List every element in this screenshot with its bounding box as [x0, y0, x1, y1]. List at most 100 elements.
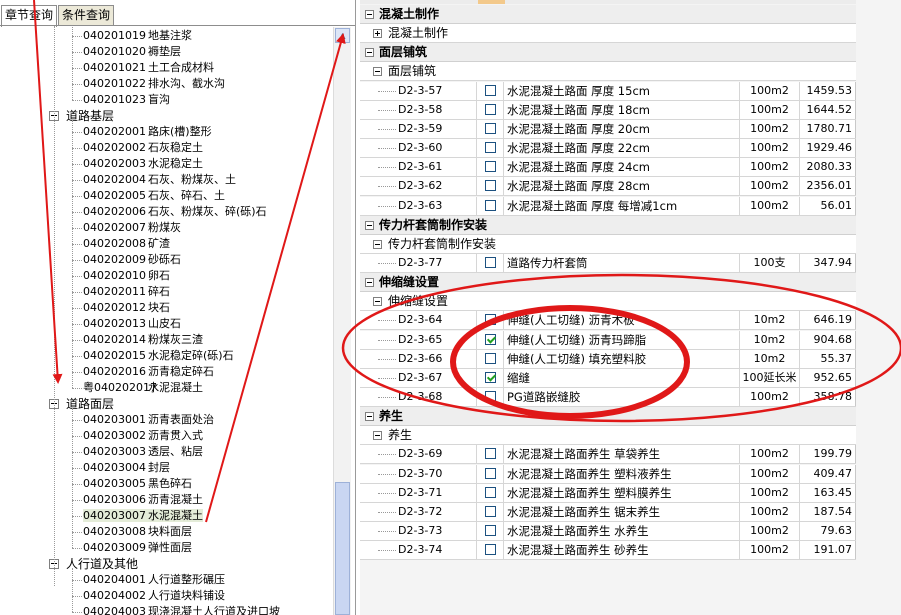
- tree-item[interactable]: 040204001 人行道整形碾压: [83, 572, 225, 588]
- tree-item[interactable]: 040203004 封层: [83, 460, 170, 476]
- scroll-up-icon[interactable]: ▲: [335, 28, 350, 43]
- grid-subcategory-row[interactable]: 养生: [360, 426, 856, 446]
- quota-select-cell[interactable]: [477, 541, 504, 560]
- tree-item[interactable]: 040204002 人行道块料铺设: [83, 588, 225, 604]
- tree-item[interactable]: 040203007 水泥混凝土: [83, 508, 203, 524]
- tree-item[interactable]: 040202009 砂砾石: [83, 252, 181, 268]
- grid-category-row[interactable]: 养生: [360, 407, 856, 427]
- tree-item[interactable]: 040201019 地基注浆: [83, 28, 192, 44]
- checkbox-icon[interactable]: [485, 544, 496, 556]
- quota-select-cell[interactable]: [477, 100, 504, 119]
- tree-item[interactable]: 040202013 山皮石: [83, 316, 181, 332]
- tree-item[interactable]: 040203006 沥青混凝土: [83, 492, 203, 508]
- quota-select-cell[interactable]: [477, 253, 504, 272]
- checkbox-icon[interactable]: [485, 448, 496, 460]
- tree-item[interactable]: 040202005 石灰、碎石、土: [83, 188, 225, 204]
- tree-item[interactable]: 040202008 矿渣: [83, 236, 170, 252]
- quota-select-cell[interactable]: [477, 502, 504, 521]
- collapse-icon[interactable]: [365, 412, 374, 422]
- tree-group-road-base[interactable]: 道路基层: [49, 108, 114, 124]
- tree-item[interactable]: 040202015 水泥稳定碎(砾)石: [83, 348, 234, 364]
- tree-item[interactable]: 040202010 卵石: [83, 268, 170, 284]
- checkbox-icon[interactable]: [485, 84, 496, 96]
- tree-item[interactable]: 040202014 粉煤灰三渣: [83, 332, 203, 348]
- grid-subcategory-row[interactable]: 面层铺筑: [360, 62, 856, 82]
- quota-row[interactable]: D2-3-64 伸缝(人工切缝) 沥青木板 10m2 646.19: [360, 311, 856, 331]
- quota-select-cell[interactable]: [477, 119, 504, 138]
- collapse-icon[interactable]: [373, 239, 382, 249]
- quota-select-cell[interactable]: [477, 158, 504, 177]
- tree-item[interactable]: 040202016 沥青稳定碎石: [83, 364, 214, 380]
- tree-scrollbar[interactable]: ▲: [333, 27, 351, 615]
- quota-select-cell[interactable]: [477, 196, 504, 215]
- grid-subcategory-row[interactable]: 传力杆套筒制作安装: [360, 234, 856, 254]
- checkbox-icon[interactable]: [485, 256, 496, 268]
- tree-item[interactable]: 040202003 水泥稳定土: [83, 156, 203, 172]
- checkbox-icon[interactable]: [485, 122, 496, 134]
- quota-row[interactable]: D2-3-57 水泥混凝土路面 厚度 15cm 100m2 1459.53: [360, 81, 856, 101]
- checkbox-icon[interactable]: [485, 371, 496, 383]
- quota-row[interactable]: D2-3-71 水泥混凝土路面养生 塑料膜养生 100m2 163.45: [360, 483, 856, 503]
- tree-group-sidewalk[interactable]: 人行道及其他: [49, 556, 138, 572]
- tree-item[interactable]: 040201022 排水沟、截水沟: [83, 76, 225, 92]
- quota-select-cell[interactable]: [477, 349, 504, 368]
- quota-select-cell[interactable]: [477, 311, 504, 330]
- quota-row[interactable]: D2-3-62 水泥混凝土路面 厚度 28cm 100m2 2356.01: [360, 177, 856, 197]
- tree-group-road-surface[interactable]: 道路面层: [49, 396, 114, 412]
- tree-item[interactable]: 040202001 路床(槽)整形: [83, 124, 212, 140]
- checkbox-icon[interactable]: [485, 391, 496, 402]
- checkbox-icon[interactable]: [485, 161, 496, 173]
- collapse-icon[interactable]: [365, 10, 374, 19]
- collapse-icon[interactable]: [373, 297, 382, 307]
- tree-item[interactable]: 040203009 弹性面层: [83, 540, 192, 556]
- checkbox-icon[interactable]: [485, 199, 496, 211]
- checkbox-icon[interactable]: [485, 314, 496, 326]
- quota-select-cell[interactable]: [477, 522, 504, 541]
- checkbox-icon[interactable]: [485, 352, 496, 364]
- quota-select-cell[interactable]: [477, 483, 504, 502]
- quota-select-cell[interactable]: [477, 139, 504, 158]
- quota-select-cell[interactable]: [477, 368, 504, 387]
- grid-category-row[interactable]: 混凝土制作: [360, 5, 856, 24]
- grid-subcategory-row[interactable]: 混凝土制作: [360, 24, 856, 44]
- checkbox-icon[interactable]: [485, 486, 496, 498]
- quota-select-cell[interactable]: [477, 464, 504, 483]
- quota-row[interactable]: D2-3-63 水泥混凝土路面 厚度 每增减1cm 100m2 56.01: [360, 196, 856, 216]
- tree-item[interactable]: 040203005 黑色碎石: [83, 476, 192, 492]
- collapse-icon[interactable]: [373, 431, 382, 441]
- tree-item[interactable]: 040202007 粉煤灰: [83, 220, 181, 236]
- expand-icon[interactable]: [373, 29, 382, 39]
- grid-category-row[interactable]: 面层铺筑: [360, 43, 856, 63]
- checkbox-icon[interactable]: [485, 467, 496, 479]
- quota-row[interactable]: D2-3-60 水泥混凝土路面 厚度 22cm 100m2 1929.46: [360, 139, 856, 159]
- quota-row[interactable]: D2-3-67 缩缝 100延长米 952.65: [360, 368, 856, 388]
- grid-category-row[interactable]: 伸缩缝设置: [360, 273, 856, 293]
- quota-row[interactable]: D2-3-68 PG道路嵌缝胶 100m2 358.78: [360, 388, 856, 407]
- checkbox-icon[interactable]: [485, 180, 496, 192]
- quota-select-cell[interactable]: [477, 330, 504, 349]
- tree-item[interactable]: 040201020 褥垫层: [83, 44, 181, 60]
- quota-row[interactable]: D2-3-69 水泥混凝土路面养生 草袋养生 100m2 199.79: [360, 445, 856, 465]
- collapse-icon[interactable]: [373, 67, 382, 77]
- grid-category-row[interactable]: 传力杆套筒制作安装: [360, 215, 856, 235]
- tree-item[interactable]: 040202011 碎石: [83, 284, 170, 300]
- tree-item[interactable]: 040202012 块石: [83, 300, 170, 316]
- checkbox-icon[interactable]: [485, 333, 496, 345]
- checkbox-icon[interactable]: [485, 142, 496, 154]
- grid-subcategory-row[interactable]: 伸缩缝设置: [360, 292, 856, 312]
- tree-item[interactable]: 040201023 盲沟: [83, 92, 170, 108]
- tab-condition-query[interactable]: 条件查询: [58, 5, 115, 25]
- tree-item[interactable]: 040203002 沥青贯入式: [83, 428, 203, 444]
- tree-item[interactable]: 粤040202017水泥混凝土: [83, 380, 203, 396]
- checkbox-icon[interactable]: [485, 103, 496, 115]
- quota-row[interactable]: D2-3-61 水泥混凝土路面 厚度 24cm 100m2 2080.33: [360, 158, 856, 178]
- quota-select-cell[interactable]: [477, 388, 504, 406]
- tree-item[interactable]: 040201021 土工合成材料: [83, 60, 214, 76]
- checkbox-icon[interactable]: [485, 525, 496, 537]
- quota-select-cell[interactable]: [477, 81, 504, 100]
- tree-item[interactable]: 040202004 石灰、粉煤灰、土: [83, 172, 236, 188]
- checkbox-icon[interactable]: [485, 505, 496, 517]
- tree-item[interactable]: 040202002 石灰稳定土: [83, 140, 203, 156]
- quota-row[interactable]: D2-3-59 水泥混凝土路面 厚度 20cm 100m2 1780.71: [360, 119, 856, 139]
- quota-row[interactable]: D2-3-74 水泥混凝土路面养生 砂养生 100m2 191.07: [360, 541, 856, 561]
